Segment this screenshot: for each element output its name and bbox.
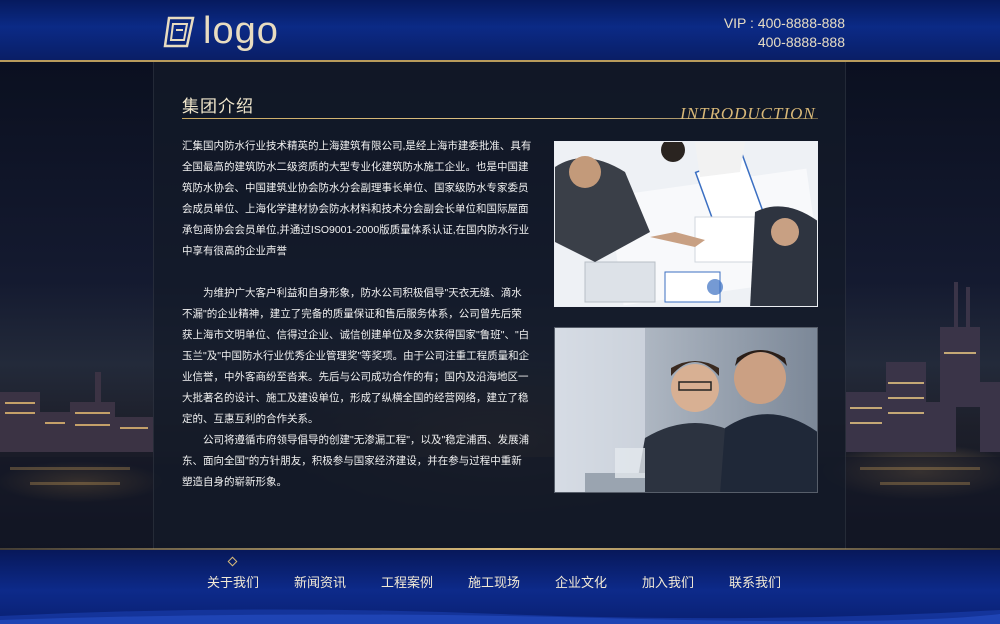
bottom-navigation: 关于我们 新闻资讯 工程案例 施工现场 企业文化 加入我们 联系我们 — [0, 550, 1000, 624]
vip-phone-2: 400-8888-888 — [757, 34, 845, 50]
intro-paragraph: 汇集国内防水行业技术精英的上海建筑有限公司,是经上海市建委批准、具有全国最高的建… — [182, 140, 532, 257]
nav-item-culture[interactable]: 企业文化 — [555, 572, 607, 591]
businessmen-photo — [554, 327, 818, 493]
logo-text[interactable]: logo — [203, 10, 279, 53]
intro-paragraph: 公司将遵循市府领导倡导的创建"无渗漏工程"，以及"稳定浦西、发展浦东、面向全国"… — [182, 434, 530, 488]
logo-icon[interactable] — [163, 14, 199, 50]
section-title: 集团介绍 — [182, 97, 254, 116]
nav-item-contact[interactable]: 联系我们 — [729, 572, 781, 591]
decorative-wave — [0, 609, 1000, 624]
nav-item-join-us[interactable]: 加入我们 — [642, 572, 694, 591]
nav-item-news[interactable]: 新闻资讯 — [294, 572, 346, 591]
nav-item-about[interactable]: 关于我们 — [207, 572, 259, 591]
section-divider — [182, 118, 818, 119]
handshake-photo-image — [555, 142, 817, 306]
site-header: logo VIP : 400-8888-888 400-8888-888 — [0, 0, 1000, 62]
section-title-en: INTRODUCTION — [680, 104, 816, 123]
vip-hotline: VIP : 400-8888-888 400-8888-888 — [724, 14, 845, 52]
intro-paragraph: 为维护广大客户利益和自身形象，防水公司积极倡导"天衣无缝、滴水不漏"的企业精神，… — [182, 287, 530, 425]
active-diamond-icon — [227, 556, 238, 567]
vip-phone-1: VIP : 400-8888-888 — [723, 15, 845, 31]
nav-item-construction-site[interactable]: 施工现场 — [468, 572, 520, 591]
nav-item-projects[interactable]: 工程案例 — [381, 572, 433, 591]
handshake-photo — [554, 141, 818, 307]
intro-text: 汇集国内防水行业技术精英的上海建筑有限公司,是经上海市建委批准、具有全国最高的建… — [182, 136, 532, 493]
businessmen-photo-image — [555, 328, 817, 492]
